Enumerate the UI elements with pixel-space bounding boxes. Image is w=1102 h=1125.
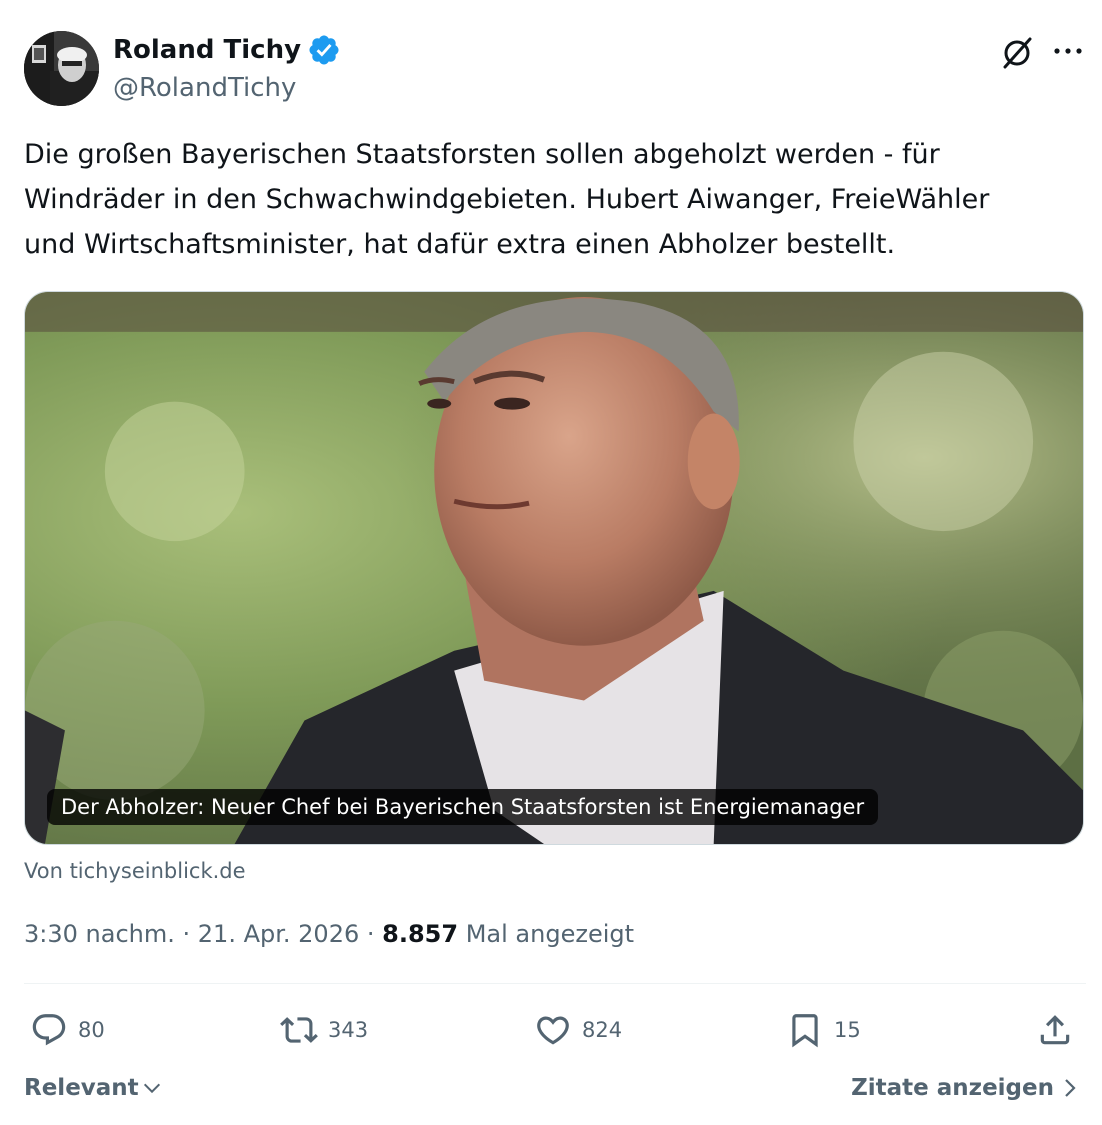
link-preview-card[interactable]: Der Abholzer: Neuer Chef bei Bayerischen… <box>24 291 1084 845</box>
display-name[interactable]: Roland Tichy <box>113 32 301 68</box>
tweet-meta: 3:30 nachm. · 21. Apr. 2026 · 8.857 Mal … <box>24 914 634 954</box>
repost-icon <box>280 1017 318 1043</box>
bookmark-icon <box>792 1014 818 1048</box>
chevron-right-icon <box>1065 1079 1076 1097</box>
avatar-photo <box>24 31 99 106</box>
like-count: 824 <box>582 1018 623 1042</box>
repost-count: 343 <box>328 1018 369 1042</box>
article-photo <box>25 292 1083 844</box>
tweet-date[interactable]: 21. Apr. 2026 <box>198 920 359 948</box>
sort-label: Relevant <box>24 1075 139 1101</box>
chevron-down-icon <box>143 1083 160 1094</box>
divider <box>24 983 1086 984</box>
more-options-icon[interactable] <box>1050 36 1086 66</box>
reply-button[interactable]: 80 <box>30 1008 105 1052</box>
like-button[interactable]: 824 <box>534 1008 622 1052</box>
grok-icon[interactable] <box>998 34 1036 72</box>
sort-dropdown[interactable]: Relevant <box>24 1070 163 1106</box>
reply-count: 80 <box>78 1018 105 1042</box>
meta-separator: · <box>182 920 191 948</box>
view-quotes-link[interactable]: Zitate anzeigen <box>851 1070 1080 1106</box>
meta-separator: · <box>366 920 375 948</box>
quotes-label: Zitate anzeigen <box>851 1075 1054 1101</box>
bookmark-count: 15 <box>834 1018 861 1042</box>
share-button[interactable] <box>1036 1008 1084 1052</box>
tweet-text: Die großen Bayerischen Staatsforsten sol… <box>24 139 990 260</box>
bookmark-button[interactable]: 15 <box>786 1008 861 1052</box>
reply-icon <box>32 1014 66 1046</box>
heart-icon <box>537 1016 569 1045</box>
share-icon <box>1040 1015 1070 1045</box>
views-label: Mal angezeigt <box>465 920 635 948</box>
avatar[interactable] <box>24 31 99 106</box>
source-link[interactable]: Von tichyseinblick.de <box>24 855 246 887</box>
author-name-row[interactable]: Roland Tichy <box>113 32 341 68</box>
repost-button[interactable]: 343 <box>280 1008 368 1052</box>
views-count: 8.857 <box>382 920 459 948</box>
author-handle[interactable]: @RolandTichy <box>113 70 296 106</box>
media-caption: Der Abholzer: Neuer Chef bei Bayerischen… <box>47 789 879 825</box>
verified-badge-icon <box>309 35 339 65</box>
tweet-time[interactable]: 3:30 nachm. <box>24 920 175 948</box>
